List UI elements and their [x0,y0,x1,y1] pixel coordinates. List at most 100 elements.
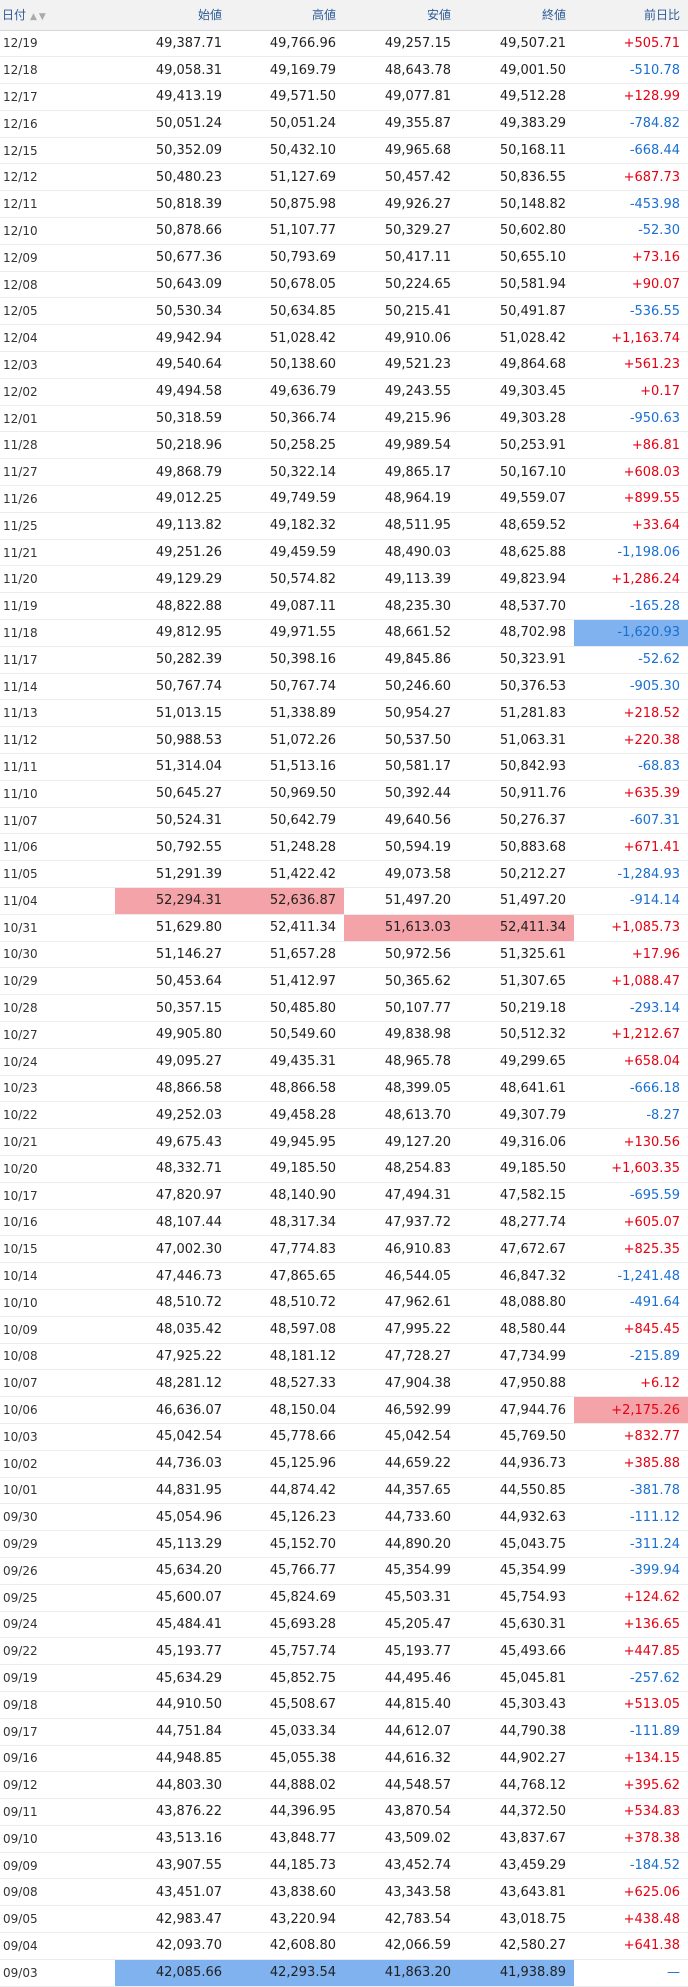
cell-high: 49,087.11 [230,592,344,621]
column-header-change[interactable]: 前日比 [574,0,688,31]
cell-date: 11/05 [0,860,115,888]
cell-close: 50,168.11 [459,137,574,165]
cell-change: -491.64 [574,1289,688,1317]
cell-high: 43,848.77 [230,1825,344,1853]
cell-low: 46,592.99 [344,1396,459,1424]
cell-low: 50,594.19 [344,833,459,862]
table-row: 10/27 49,905.80 50,549.60 49,838.98 50,512.3… [0,1021,688,1049]
cell-change: -607.31 [574,807,688,835]
cell-high: 49,749.59 [230,485,344,513]
column-header-high[interactable]: 高値 [230,0,344,31]
cell-change: -257.62 [574,1664,688,1692]
table-row: 10/03 45,042.54 45,778.66 45,042.54 45,769.5… [0,1423,688,1451]
cell-low: 49,926.27 [344,190,459,219]
cell-open: 45,634.29 [115,1664,230,1692]
column-header-low[interactable]: 安値 [344,0,459,31]
cell-low: 47,937.72 [344,1209,459,1237]
table-row: 09/12 44,803.30 44,888.02 44,548.57 44,768.1… [0,1771,688,1800]
cell-high: 42,608.80 [230,1932,344,1960]
sort-up-down-icon[interactable]: ▲▼ [30,12,48,22]
table-row: 12/18 49,058.31 49,169.79 48,643.78 49,001.5… [0,56,688,85]
cell-low: 47,904.38 [344,1369,459,1398]
cell-low: 45,193.77 [344,1637,459,1666]
cell-open: 49,494.58 [115,378,230,406]
cell-close: 51,307.65 [459,967,574,996]
table-row: 11/12 50,988.53 51,072.26 50,537.50 51,063.3… [0,726,688,755]
cell-high: 50,485.80 [230,994,344,1022]
cell-low: 49,521.23 [344,351,459,379]
cell-date: 10/30 [0,941,115,969]
cell-date: 11/11 [0,753,115,781]
cell-date: 10/23 [0,1075,115,1103]
cell-low: 45,503.31 [344,1584,459,1612]
cell-open: 43,451.07 [115,1878,230,1907]
cell-change: +635.39 [574,780,688,808]
cell-high: 50,767.74 [230,673,344,701]
cell-high: 49,945.95 [230,1128,344,1156]
cell-close: 45,043.75 [459,1530,574,1558]
table-row: 11/26 49,012.25 49,749.59 48,964.19 49,559.0… [0,485,688,513]
cell-low: 48,661.52 [344,619,459,647]
cell-open: 49,058.31 [115,56,230,85]
cell-low: 44,616.32 [344,1745,459,1773]
cell-open: 48,281.12 [115,1369,230,1398]
cell-open: 42,085.66 [115,1959,230,1987]
cell-change: +385.88 [574,1450,688,1478]
cell-close: 50,512.32 [459,1021,574,1049]
cell-close: 45,754.93 [459,1584,574,1612]
table-row: 12/12 50,480.23 51,127.69 50,457.42 50,836.5… [0,163,688,192]
cell-change: +505.71 [574,30,688,58]
cell-date: 09/16 [0,1745,115,1773]
cell-low: 47,962.61 [344,1289,459,1317]
table-row: 11/04 52,294.31 52,636.87 51,497.20 51,497.2… [0,887,688,915]
cell-low: 50,365.62 [344,967,459,996]
cell-high: 50,634.85 [230,297,344,326]
cell-change: -52.62 [574,646,688,674]
column-header-close[interactable]: 終値 [459,0,574,31]
cell-open: 51,314.04 [115,753,230,781]
cell-change: +1,212.67 [574,1021,688,1049]
cell-open: 50,878.66 [115,217,230,245]
cell-high: 49,169.79 [230,56,344,85]
cell-change: +86.81 [574,431,688,460]
cell-open: 50,645.27 [115,780,230,808]
cell-high: 50,574.82 [230,565,344,594]
cell-low: 44,815.40 [344,1691,459,1719]
cell-close: 48,625.88 [459,539,574,567]
cell-low: 49,257.15 [344,30,459,58]
cell-open: 49,129.29 [115,565,230,594]
cell-high: 51,513.16 [230,753,344,781]
cell-high: 51,338.89 [230,699,344,728]
cell-open: 50,792.55 [115,833,230,862]
cell-low: 49,355.87 [344,110,459,138]
cell-date: 12/01 [0,405,115,433]
table-row: 10/31 51,629.80 52,411.34 51,613.03 52,411.3… [0,914,688,942]
cell-close: 50,323.91 [459,646,574,674]
cell-low: 48,399.05 [344,1075,459,1103]
cell-high: 49,971.55 [230,619,344,647]
cell-date: 09/12 [0,1771,115,1800]
cell-change: -1,198.06 [574,539,688,567]
table-row: 12/02 49,494.58 49,636.79 49,243.55 49,303.4… [0,378,688,406]
cell-change: +825.35 [574,1235,688,1264]
cell-high: 49,459.59 [230,539,344,567]
cell-change: -165.28 [574,592,688,621]
cell-high: 49,636.79 [230,378,344,406]
cell-high: 49,458.28 [230,1101,344,1130]
cell-high: 45,757.74 [230,1637,344,1666]
cell-change: +534.83 [574,1798,688,1826]
cell-change: -1,241.48 [574,1262,688,1290]
cell-close: 44,550.85 [459,1477,574,1505]
cell-change: +128.99 [574,83,688,111]
table-row: 11/06 50,792.55 51,248.28 50,594.19 50,883.6… [0,833,688,862]
cell-date: 11/10 [0,780,115,808]
cell-close: 50,842.93 [459,753,574,781]
column-header-open[interactable]: 始値 [115,0,230,31]
column-header-date[interactable]: 日付 ▲▼ [0,0,115,31]
table-row: 12/17 49,413.19 49,571.50 49,077.81 49,512.2… [0,83,688,111]
cell-date: 12/03 [0,351,115,379]
cell-open: 45,042.54 [115,1423,230,1451]
cell-date: 12/08 [0,271,115,299]
cell-change: +2,175.26 [574,1396,688,1424]
cell-high: 51,107.77 [230,217,344,245]
